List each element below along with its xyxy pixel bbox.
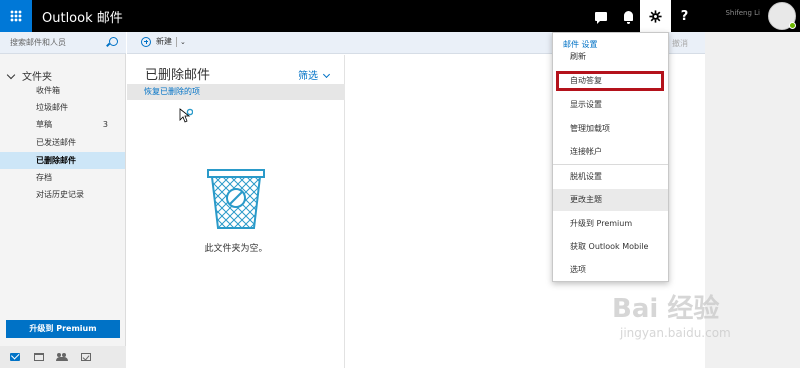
menu-item-outlook-mobile[interactable]: 获取 Outlook Mobile	[553, 236, 668, 258]
chat-icon	[594, 11, 607, 24]
cursor-icon	[179, 108, 193, 123]
folder-junk[interactable]: 垃圾邮件	[0, 99, 125, 116]
search-input[interactable]: 搜索邮件和人员	[10, 37, 66, 48]
watermark-url: jingyan.baidu.com	[620, 326, 731, 340]
chevron-down-icon[interactable]: ⌄	[176, 36, 186, 47]
menu-item-offline-settings[interactable]: 脱机设置	[553, 166, 668, 188]
folder-count: 3	[102, 120, 108, 129]
message-list: 已删除邮件 筛选 恢复已删除的项 此文件夹为空。	[127, 55, 345, 368]
filter-button[interactable]: 筛选	[298, 67, 331, 82]
menu-divider	[553, 164, 668, 165]
folder-sent[interactable]: 已发送邮件	[0, 134, 125, 151]
left-navigation: 搜索邮件和人员 文件夹 收件箱 垃圾邮件 草稿 3 已发送邮件 已删除邮件 存档…	[0, 32, 126, 368]
chevron-down-icon	[6, 70, 16, 80]
gear-icon	[649, 9, 662, 23]
app-title: Outlook 邮件	[42, 11, 123, 26]
user-name[interactable]: Shifeng Li	[725, 9, 760, 17]
new-button[interactable]: 新建 ⌄	[141, 36, 186, 47]
menu-item-manage-addins[interactable]: 管理加载项	[553, 118, 668, 140]
menu-item-options[interactable]: 选项	[553, 259, 668, 281]
folder-drafts[interactable]: 草稿 3	[0, 116, 125, 133]
outlook-window: Outlook 邮件 ? Shifeng Li 搜索邮件和人员 文件夹 收件箱 …	[0, 0, 800, 368]
folder-conversation-history[interactable]: 对话历史记录	[0, 186, 125, 203]
folder-deleted[interactable]: 已删除邮件	[0, 152, 125, 169]
baidu-watermark: Bai 经验 jingyan.baidu.com	[612, 288, 792, 358]
menu-item-upgrade-premium[interactable]: 升级到 Premium	[553, 213, 668, 235]
folder-label: 草稿	[36, 120, 52, 129]
plus-icon	[141, 36, 151, 47]
search-box[interactable]: 搜索邮件和人员	[0, 32, 126, 54]
undo-button[interactable]: 撤消	[672, 38, 688, 49]
help-button[interactable]: ?	[669, 0, 700, 32]
folder-title: 已删除邮件	[145, 68, 211, 83]
empty-folder-message: 此文件夹为空。	[204, 244, 268, 254]
mail-icon[interactable]	[10, 353, 20, 361]
folder-label: 收件箱	[36, 86, 60, 95]
chevron-down-icon	[322, 70, 331, 79]
filter-label: 筛选	[298, 71, 318, 82]
folder-archive[interactable]: 存档	[0, 169, 125, 186]
folder-inbox[interactable]: 收件箱	[0, 82, 125, 99]
presence-icon	[789, 22, 796, 29]
folders-header[interactable]: 文件夹	[6, 68, 52, 83]
new-label: 新建	[156, 37, 172, 46]
settings-button[interactable]	[640, 0, 671, 32]
recover-deleted-link[interactable]: 恢复已删除的项	[127, 84, 345, 100]
menu-item-refresh[interactable]: 刷新	[553, 46, 668, 68]
folder-label: 对话历史记录	[36, 190, 84, 199]
folder-label: 已删除邮件	[36, 156, 76, 165]
module-switcher	[0, 346, 126, 368]
empty-trash-icon	[207, 169, 265, 229]
menu-item-change-theme[interactable]: 更改主题	[553, 189, 668, 211]
folder-label: 垃圾邮件	[36, 103, 68, 112]
menu-item-auto-reply[interactable]: 自动答复	[556, 71, 664, 91]
app-launcher-button[interactable]	[0, 0, 32, 32]
calendar-icon[interactable]	[34, 353, 44, 361]
bell-icon	[624, 11, 633, 24]
people-icon[interactable]	[56, 353, 68, 361]
upgrade-premium-button[interactable]: 升级到 Premium	[6, 320, 120, 338]
chat-button[interactable]	[585, 0, 616, 32]
top-bar: Outlook 邮件 ? Shifeng Li	[0, 0, 800, 32]
folder-label: 存档	[36, 173, 52, 182]
waffle-icon	[10, 10, 22, 22]
tasks-icon[interactable]	[81, 353, 91, 361]
avatar[interactable]	[768, 2, 796, 30]
settings-menu: 邮件 设置 刷新 自动答复 显示设置 管理加载项 连接帐户 脱机设置 更改主题 …	[552, 32, 669, 282]
menu-item-display-settings[interactable]: 显示设置	[553, 94, 668, 116]
menu-item-connected-accounts[interactable]: 连接帐户	[553, 141, 668, 163]
watermark-logo: Bai 经验	[612, 294, 720, 324]
help-icon: ?	[680, 8, 689, 24]
search-icon[interactable]	[109, 37, 118, 46]
folder-label: 已发送邮件	[36, 138, 76, 147]
